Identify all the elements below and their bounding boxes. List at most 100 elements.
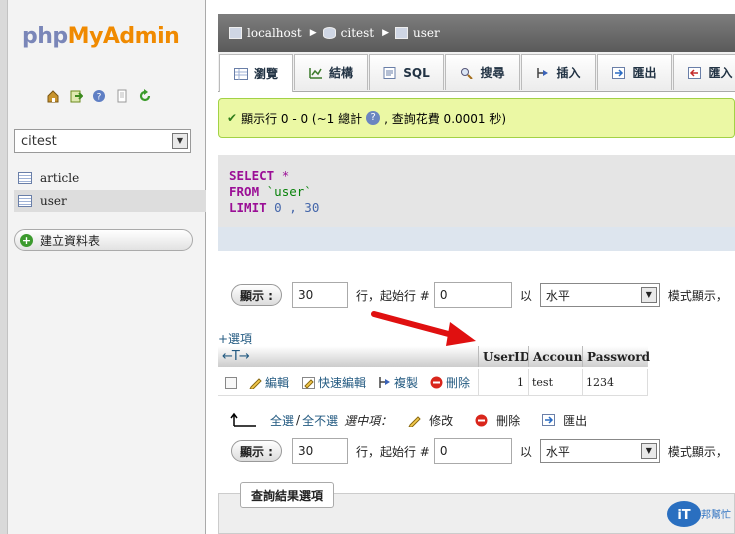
pencil-icon	[249, 377, 262, 389]
quick-edit-icon	[302, 376, 315, 389]
help-icon[interactable]: ?	[90, 87, 107, 104]
export-icon	[542, 413, 556, 426]
check-all-link[interactable]: 全選	[270, 412, 294, 429]
sidebar-item-label[interactable]: user	[40, 194, 67, 208]
breadcrumb-table[interactable]: user	[395, 26, 440, 40]
tab-export[interactable]: 匯出	[597, 54, 672, 90]
show-button[interactable]: 顯示 :	[231, 440, 282, 462]
quick-edit-button[interactable]: 快速編輯	[302, 373, 366, 391]
uncheck-all-link[interactable]: 全不選	[302, 412, 338, 429]
home-icon[interactable]	[44, 87, 61, 104]
breadcrumb-separator-icon: ▶	[309, 28, 317, 38]
tab-bar: 瀏覽 結構 SQL 搜尋 插入 匯出 匯入	[218, 52, 735, 92]
navigation-row-top: 顯示 : 30 行，起始行 # 0 以 水平 ▼ 模式顯示，	[231, 281, 735, 309]
start-input[interactable]: 0	[433, 438, 512, 464]
table-icon	[395, 27, 409, 39]
cell-account[interactable]: test	[528, 369, 582, 396]
delete-icon	[430, 376, 443, 388]
sidebar-item-label[interactable]: article	[40, 171, 79, 185]
sql-icon	[383, 66, 396, 79]
annotation-arrow-icon	[371, 311, 476, 346]
chevron-down-icon[interactable]: ▼	[172, 133, 188, 149]
browse-icon	[233, 67, 248, 80]
sql-edit-bar	[218, 227, 735, 251]
copy-icon	[379, 376, 390, 388]
start-label: 行，起始行 #	[355, 444, 430, 459]
navigation-frame: phpMyAdmin ? citest ▼ article user + 建立資…	[0, 0, 206, 534]
pencil-icon	[408, 415, 421, 427]
column-arrows-icon[interactable]: ←T→	[222, 349, 250, 364]
notice-text-end: , 查詢花費 0.0001 秒)	[384, 111, 507, 126]
copy-button[interactable]: 複製	[378, 373, 418, 391]
start-input[interactable]: 0	[433, 282, 512, 308]
sidebar-item-article[interactable]: article	[14, 167, 206, 189]
database-select[interactable]: citest ▼	[14, 129, 191, 153]
insert-icon	[537, 67, 549, 78]
delete-button[interactable]: 刪除	[430, 373, 470, 391]
rows-input[interactable]: 30	[291, 438, 348, 464]
selected-label: 選中項：	[344, 413, 393, 428]
batch-edit-button[interactable]: 修改	[408, 412, 453, 429]
server-icon	[229, 27, 242, 39]
chevron-down-icon[interactable]: ▼	[640, 287, 657, 303]
options-link[interactable]: +選項	[218, 330, 252, 347]
quick-icons: ?	[44, 87, 153, 104]
tab-structure[interactable]: 結構	[294, 54, 368, 90]
mode-select[interactable]: 水平 ▼	[539, 283, 660, 307]
batch-delete-button[interactable]: 刪除	[475, 412, 520, 429]
breadcrumb-database[interactable]: citest	[322, 26, 374, 40]
sql-query-box: SELECT * FROM `user` LIMIT 0 , 30	[218, 155, 735, 251]
column-header-account[interactable]: Account	[528, 346, 588, 367]
checkmark-icon: ✔	[227, 111, 238, 125]
column-header-password[interactable]: Password	[582, 346, 650, 367]
column-header-userid[interactable]: UserID	[478, 346, 530, 367]
docs-icon[interactable]	[113, 87, 130, 104]
search-icon	[461, 67, 474, 79]
mode-label: 以	[519, 288, 532, 303]
query-results-options-title[interactable]: 查詢結果選項	[240, 482, 335, 508]
separator: /	[296, 413, 301, 427]
svg-text:?: ?	[96, 92, 101, 102]
svg-text:iT: iT	[677, 508, 690, 523]
frame-edge	[0, 0, 8, 534]
sidebar-item-user[interactable]: user	[14, 190, 206, 212]
edit-button[interactable]: 編輯	[249, 373, 289, 391]
ithome-watermark-icon: iT 邦幫忙	[667, 501, 731, 527]
phpmyadmin-logo[interactable]: phpMyAdmin	[22, 24, 180, 49]
database-icon	[322, 27, 336, 39]
mode-label: 以	[519, 444, 532, 459]
delete-icon	[475, 414, 488, 426]
svg-text:邦幫忙: 邦幫忙	[701, 508, 731, 521]
tab-browse[interactable]: 瀏覽	[219, 54, 293, 92]
rows-input[interactable]: 30	[291, 282, 348, 308]
tab-search[interactable]: 搜尋	[445, 54, 520, 90]
exit-icon[interactable]	[67, 87, 84, 104]
reload-icon[interactable]	[136, 87, 153, 104]
mode-select[interactable]: 水平 ▼	[539, 439, 660, 463]
notice-text: 顯示行 0 - 0 (~1 總計	[241, 111, 363, 126]
structure-icon	[309, 67, 322, 79]
breadcrumb-server[interactable]: localhost	[229, 26, 302, 40]
chevron-down-icon[interactable]: ▼	[640, 443, 657, 459]
cell-password[interactable]: 1234	[582, 369, 648, 396]
tab-sql[interactable]: SQL	[369, 54, 444, 90]
show-button[interactable]: 顯示 :	[231, 284, 282, 306]
tab-insert[interactable]: 插入	[521, 54, 596, 90]
mode-suffix: 模式顯示，	[667, 444, 728, 459]
cell-userid[interactable]: 1	[478, 369, 528, 396]
mode-suffix: 模式顯示，	[667, 288, 728, 303]
table-icon[interactable]	[18, 195, 32, 207]
sql-code: SELECT * FROM `user` LIMIT 0 , 30	[229, 168, 320, 215]
breadcrumb: localhost ▶ citest ▶ user	[218, 14, 735, 52]
navigation-row-bottom: 顯示 : 30 行，起始行 # 0 以 水平 ▼ 模式顯示，	[231, 437, 735, 465]
row-checkbox[interactable]	[225, 377, 237, 389]
batch-export-button[interactable]: 匯出	[542, 412, 587, 429]
help-icon[interactable]: ?	[366, 111, 381, 125]
import-icon	[688, 66, 702, 79]
tab-import[interactable]: 匯入	[673, 54, 735, 90]
table-icon[interactable]	[18, 172, 32, 184]
create-table-button[interactable]: + 建立資料表	[14, 229, 193, 251]
batch-actions: 全選 / 全不選 選中項： 修改 刪除 匯出	[230, 408, 650, 432]
start-label: 行，起始行 #	[355, 288, 430, 303]
breadcrumb-separator-icon: ▶	[382, 28, 390, 38]
